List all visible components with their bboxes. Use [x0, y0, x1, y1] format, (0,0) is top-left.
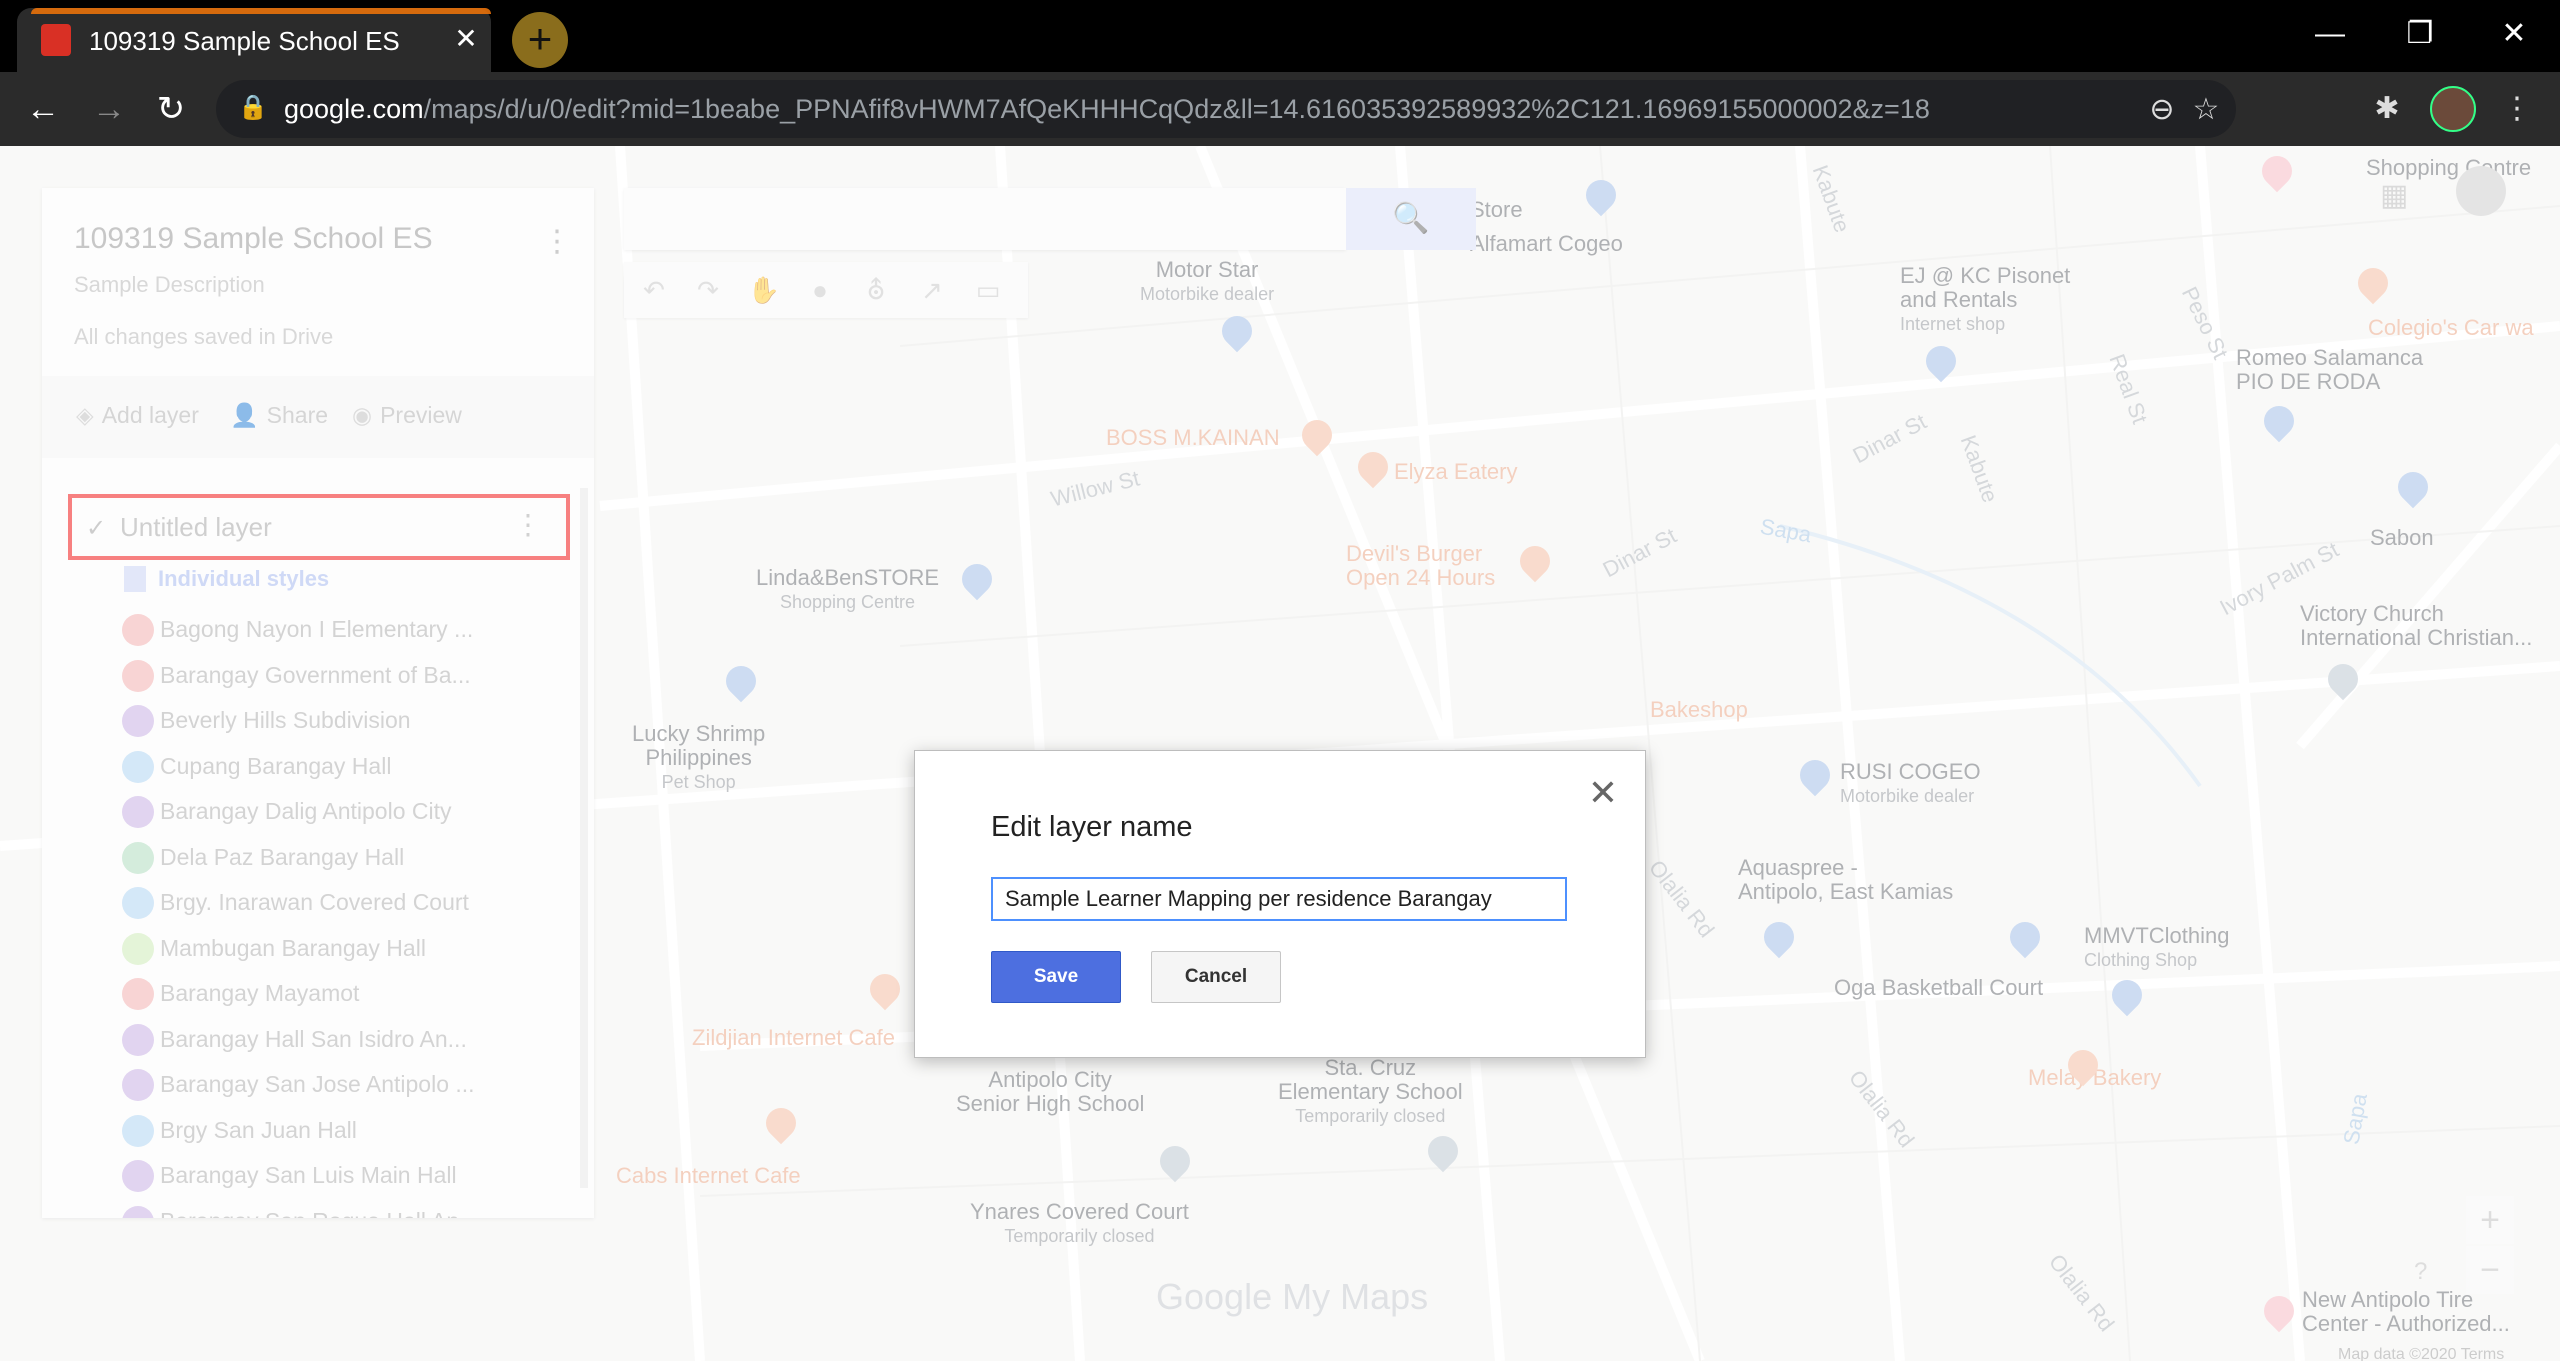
forward-button[interactable]: →	[84, 84, 134, 134]
tab-close-icon[interactable]: ✕	[449, 22, 483, 56]
minimize-button[interactable]: —	[2300, 10, 2360, 58]
window-close-button[interactable]: ✕	[2484, 10, 2544, 58]
browser-toolbar: ← → ↻ 🔒 google.com/maps/d/u/0/edit?mid=1…	[0, 72, 2560, 146]
edit-layer-name-dialog: Edit layer name ✕ Save Cancel	[914, 750, 1646, 1058]
back-button[interactable]: ←	[18, 84, 68, 134]
extensions-icon[interactable]: ✱	[2364, 86, 2410, 132]
restore-button[interactable]: ❐	[2390, 10, 2450, 58]
layer-name-input[interactable]	[991, 877, 1567, 921]
new-tab-button[interactable]: +	[512, 12, 568, 68]
zoom-icon[interactable]: ⊖	[2142, 90, 2182, 130]
browser-menu-icon[interactable]: ⋮	[2494, 86, 2540, 132]
url-path: /maps/d/u/0/edit?mid=1beabe_PPNAfif8vHWM…	[423, 94, 1930, 124]
reload-button[interactable]: ↻	[146, 84, 196, 134]
close-icon[interactable]: ✕	[1583, 773, 1623, 813]
cancel-button[interactable]: Cancel	[1151, 951, 1281, 1003]
tab-title: 109319 Sample School ES	[89, 26, 400, 56]
maps-favicon-icon	[41, 24, 71, 56]
lock-icon[interactable]: 🔒	[238, 96, 268, 120]
save-button[interactable]: Save	[991, 951, 1121, 1003]
tab-accent	[31, 8, 491, 14]
url-domain: google.com	[284, 94, 424, 124]
bookmark-star-icon[interactable]: ☆	[2186, 90, 2226, 130]
profile-avatar[interactable]	[2430, 86, 2476, 132]
map-canvas[interactable]: Motor StarMotorbike dealer Store Alfamar…	[0, 146, 2560, 1361]
dialog-title: Edit layer name	[991, 811, 1193, 843]
address-bar[interactable]: 🔒 google.com/maps/d/u/0/edit?mid=1beabe_…	[216, 80, 2236, 138]
browser-tabstrip: 109319 Sample School ES ✕ + — ❐ ✕	[0, 0, 2560, 72]
url-text[interactable]: google.com/maps/d/u/0/edit?mid=1beabe_PP…	[284, 94, 1930, 125]
browser-tab[interactable]: 109319 Sample School ES ✕	[17, 8, 491, 72]
